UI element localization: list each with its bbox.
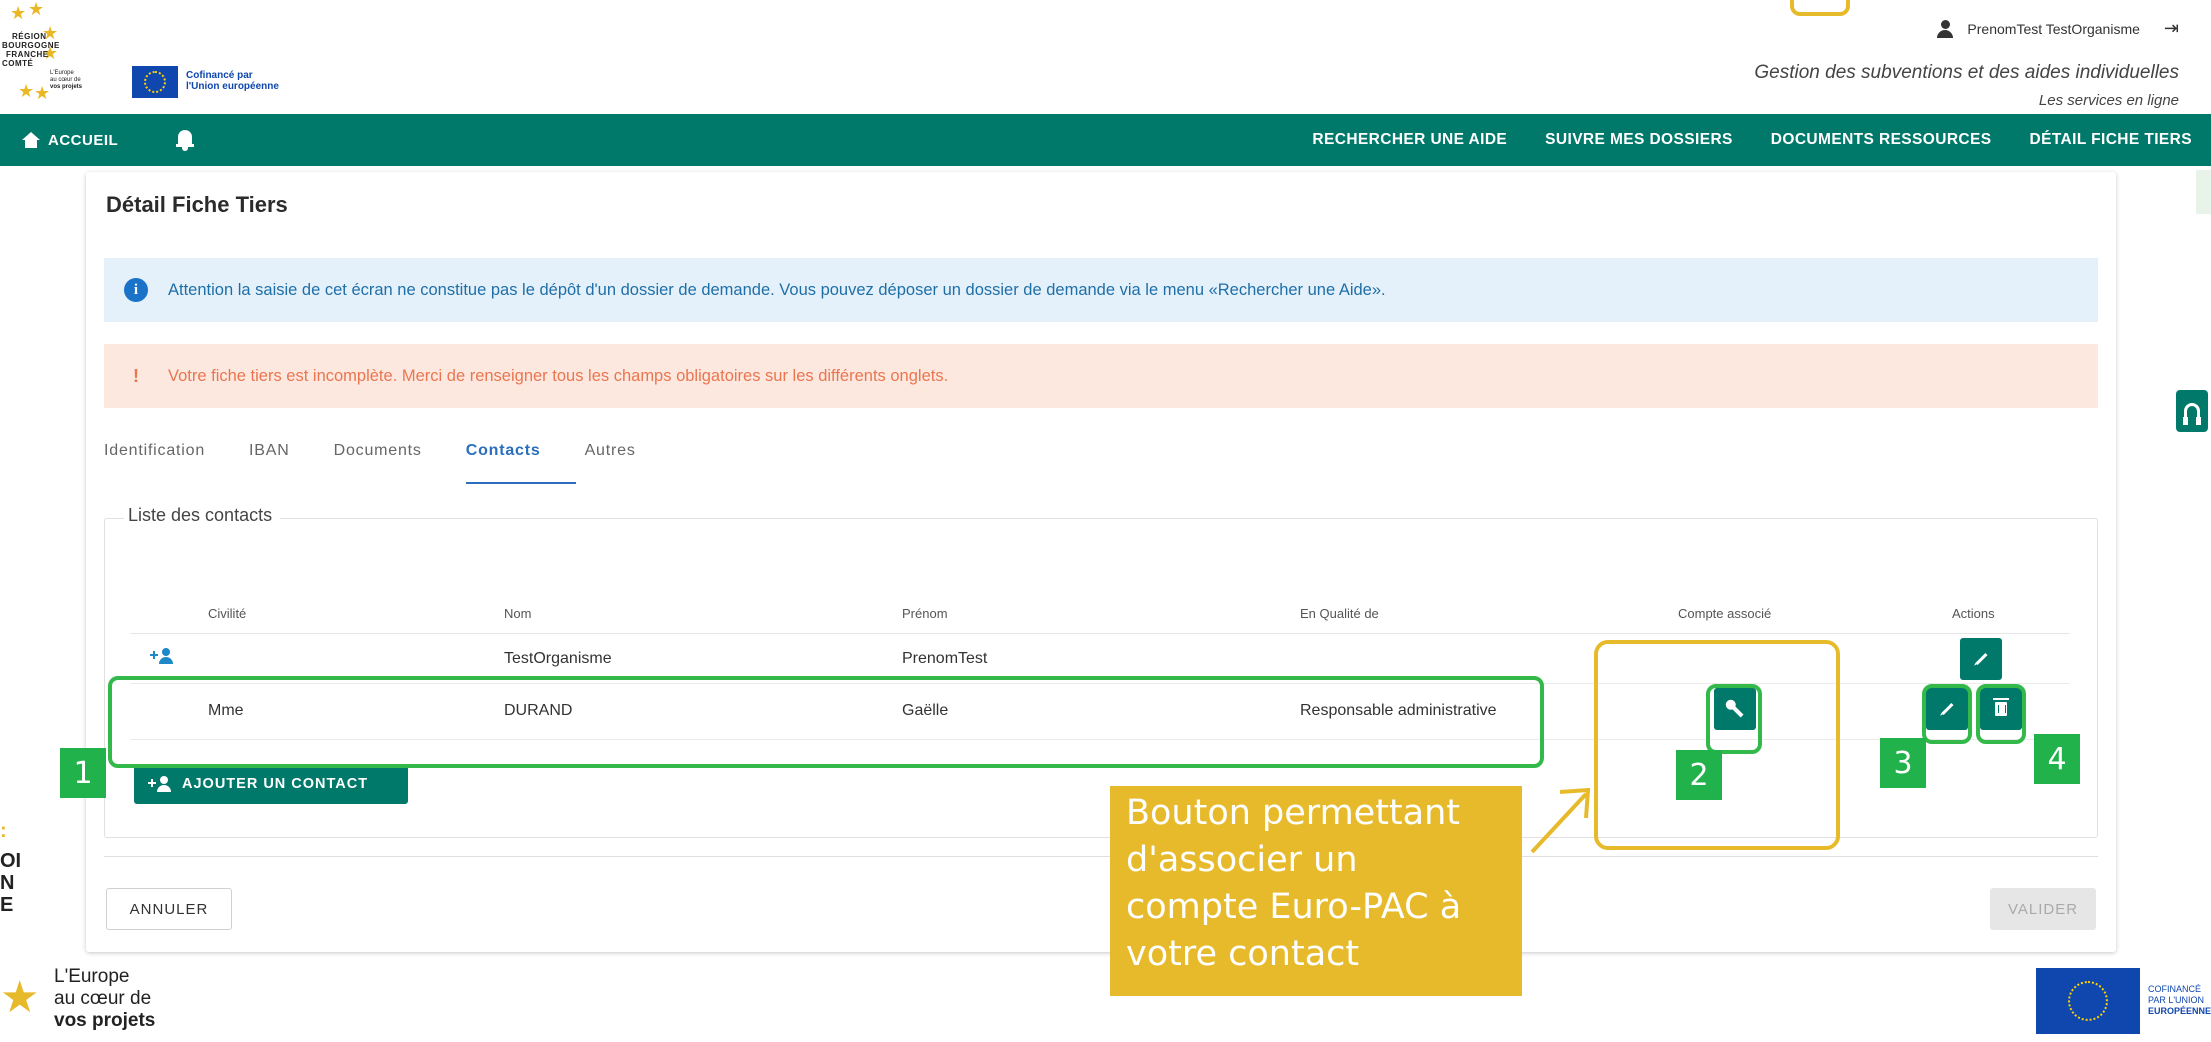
cofinance-footer: COFINANCÉ PAR L'UNION EUROPÉENNE: [2148, 984, 2211, 1017]
region-logo-text: BOURGOGNE: [2, 41, 60, 50]
nav-link-rechercher-aide[interactable]: RECHERCHER UNE AIDE: [1293, 131, 1526, 149]
region-logo-text: RÉGION: [12, 32, 47, 41]
column-header: Civilité: [208, 606, 247, 621]
nav-link-detail-fiche-tiers[interactable]: DÉTAIL FICHE TIERS: [2011, 131, 2211, 149]
callout-line: d'associer un: [1126, 840, 1358, 880]
page-title: Détail Fiche Tiers: [106, 192, 288, 217]
nav-link-suivre-dossiers[interactable]: SUIVRE MES DOSSIERS: [1526, 131, 1752, 149]
warning-alert: ! Votre fiche tiers est incomplète. Merc…: [104, 344, 2098, 408]
partial-left-text: : OI N E: [0, 820, 21, 916]
info-icon: i: [124, 278, 148, 302]
info-alert-text: Attention la saisie de cet écran ne cons…: [168, 280, 1386, 299]
cofinance-line: l'Union européenne: [186, 81, 279, 92]
europe-mini-line: vos projets: [50, 84, 83, 90]
validate-button[interactable]: VALIDER: [1990, 888, 2096, 930]
europe-mini-line: L'Europe: [50, 70, 74, 76]
callout-line: votre contact: [1126, 934, 1360, 974]
main-nav: ACCUEIL RECHERCHER UNE AIDE SUIVRE MES D…: [0, 114, 2211, 166]
cofinance-line: PAR L'UNION: [2148, 995, 2205, 1005]
region-logo-text: COMTÉ: [2, 59, 34, 68]
info-alert: i Attention la saisie de cet écran ne co…: [104, 258, 2098, 322]
add-contact-label: AJOUTER UN CONTACT: [182, 776, 369, 792]
app-tagline: Les services en ligne: [2038, 92, 2179, 109]
column-header: Compte associé: [1678, 606, 1772, 621]
partial-text-line: E: [0, 894, 14, 916]
annotation-badge-4: 4: [2034, 734, 2080, 784]
side-widget: [2196, 170, 2211, 214]
person-add-icon: [150, 648, 176, 666]
eu-flag-icon: [2036, 968, 2140, 1034]
tab-contacts[interactable]: Contacts: [465, 434, 576, 484]
tab-identification[interactable]: Identification: [104, 434, 227, 484]
header: ★ ★ ★ ★ ★ ★ RÉGION BOURGOGNE FRANCHE COM…: [0, 0, 2211, 114]
star-icon: ★: [0, 973, 40, 1022]
annotation-highlight-key: [1706, 684, 1762, 754]
column-header: Prénom: [902, 606, 948, 621]
user-name[interactable]: PrenomTest TestOrganisme: [1967, 21, 2139, 37]
cell-nom: TestOrganisme: [504, 650, 612, 667]
app-subtitle: Gestion des subventions et des aides ind…: [1754, 62, 2179, 83]
edit-button[interactable]: [1960, 638, 2002, 680]
logout-icon[interactable]: ⇥: [2164, 18, 2179, 39]
user-menu[interactable]: PrenomTest TestOrganisme ⇥: [1935, 18, 2179, 39]
nav-link-documents-ressources[interactable]: DOCUMENTS RESSOURCES: [1752, 131, 2011, 149]
divider: [104, 856, 2098, 857]
bell-icon[interactable]: [176, 129, 194, 151]
nav-home[interactable]: ACCUEIL: [22, 114, 118, 166]
annotation-badge-2: 2: [1676, 750, 1722, 800]
tab-iban[interactable]: IBAN: [249, 434, 312, 484]
column-header: Nom: [504, 606, 532, 621]
annotation-callout: Bouton permettant d'associer un compte E…: [1110, 786, 1522, 996]
nav-home-label: ACCUEIL: [48, 131, 119, 149]
europe-projets-logo: L'Europe au cœur de vos projets: [54, 966, 155, 1032]
cell-prenom: PrenomTest: [902, 650, 988, 667]
europe-projets-mini: L'Europe au cœur de vos projets: [50, 70, 90, 91]
annotation-highlight-delete: [1976, 684, 2026, 744]
annotation-highlight-top: [1790, 0, 1850, 16]
cofinance-line: COFINANCÉ: [2148, 984, 2202, 994]
annotation-badge-3: 3: [1880, 738, 1926, 788]
nav-links: RECHERCHER UNE AIDE SUIVRE MES DOSSIERS …: [1293, 114, 2211, 166]
annotation-highlight-edit: [1922, 684, 1972, 744]
home-icon: [22, 132, 40, 148]
annotation-highlight-row: [108, 676, 1544, 768]
annotation-arrow-icon: [1530, 787, 1591, 854]
contacts-legend: Liste des contacts: [124, 505, 281, 526]
partial-text-line: N: [0, 872, 15, 894]
exclamation-icon: !: [133, 365, 139, 386]
star-icon: ★: [34, 83, 51, 103]
region-logo-text: FRANCHE: [6, 50, 49, 59]
cofinance-line: EUROPÉENNE: [2148, 1006, 2211, 1016]
add-contact-button[interactable]: AJOUTER UN CONTACT: [134, 764, 408, 804]
column-header: Actions: [1952, 606, 1995, 621]
cofinance-label: Cofinancé par l'Union européenne: [186, 70, 279, 92]
column-header: En Qualité de: [1300, 606, 1379, 621]
tab-bar: Identification IBAN Documents Contacts A…: [104, 434, 680, 484]
cancel-button[interactable]: ANNULER: [106, 888, 232, 930]
pencil-icon: [1974, 652, 1988, 666]
europe-line: vos projets: [54, 1010, 156, 1031]
cofinance-line: Cofinancé par: [186, 70, 253, 81]
tab-documents[interactable]: Documents: [334, 434, 444, 484]
star-icon: ★: [18, 81, 35, 101]
europe-line: L'Europe: [54, 966, 130, 987]
callout-line: compte Euro-PAC à: [1126, 887, 1462, 927]
partial-text-line: OI: [0, 850, 22, 872]
user-icon: [1935, 19, 1957, 38]
europe-line: au cœur de: [54, 988, 152, 1009]
annotation-badge-1: 1: [60, 748, 106, 798]
support-button[interactable]: [2176, 390, 2208, 432]
europe-mini-line: au cœur de: [50, 77, 81, 83]
warning-alert-text: Votre fiche tiers est incomplète. Merci …: [168, 366, 949, 385]
tab-autres[interactable]: Autres: [585, 434, 658, 484]
star-icon: ★: [28, 0, 45, 19]
partial-text-line: :: [0, 820, 7, 842]
table-header: Civilité Nom Prénom En Qualité de Compte…: [130, 598, 2070, 634]
person-add-icon: [148, 776, 172, 792]
callout-line: Bouton permettant: [1126, 793, 1461, 833]
eu-flag-icon: [132, 66, 178, 98]
star-icon: ★: [10, 3, 27, 23]
headset-icon: [2183, 403, 2201, 425]
region-logo[interactable]: ★ ★ ★ ★ ★ ★ RÉGION BOURGOGNE FRANCHE COM…: [0, 0, 80, 110]
